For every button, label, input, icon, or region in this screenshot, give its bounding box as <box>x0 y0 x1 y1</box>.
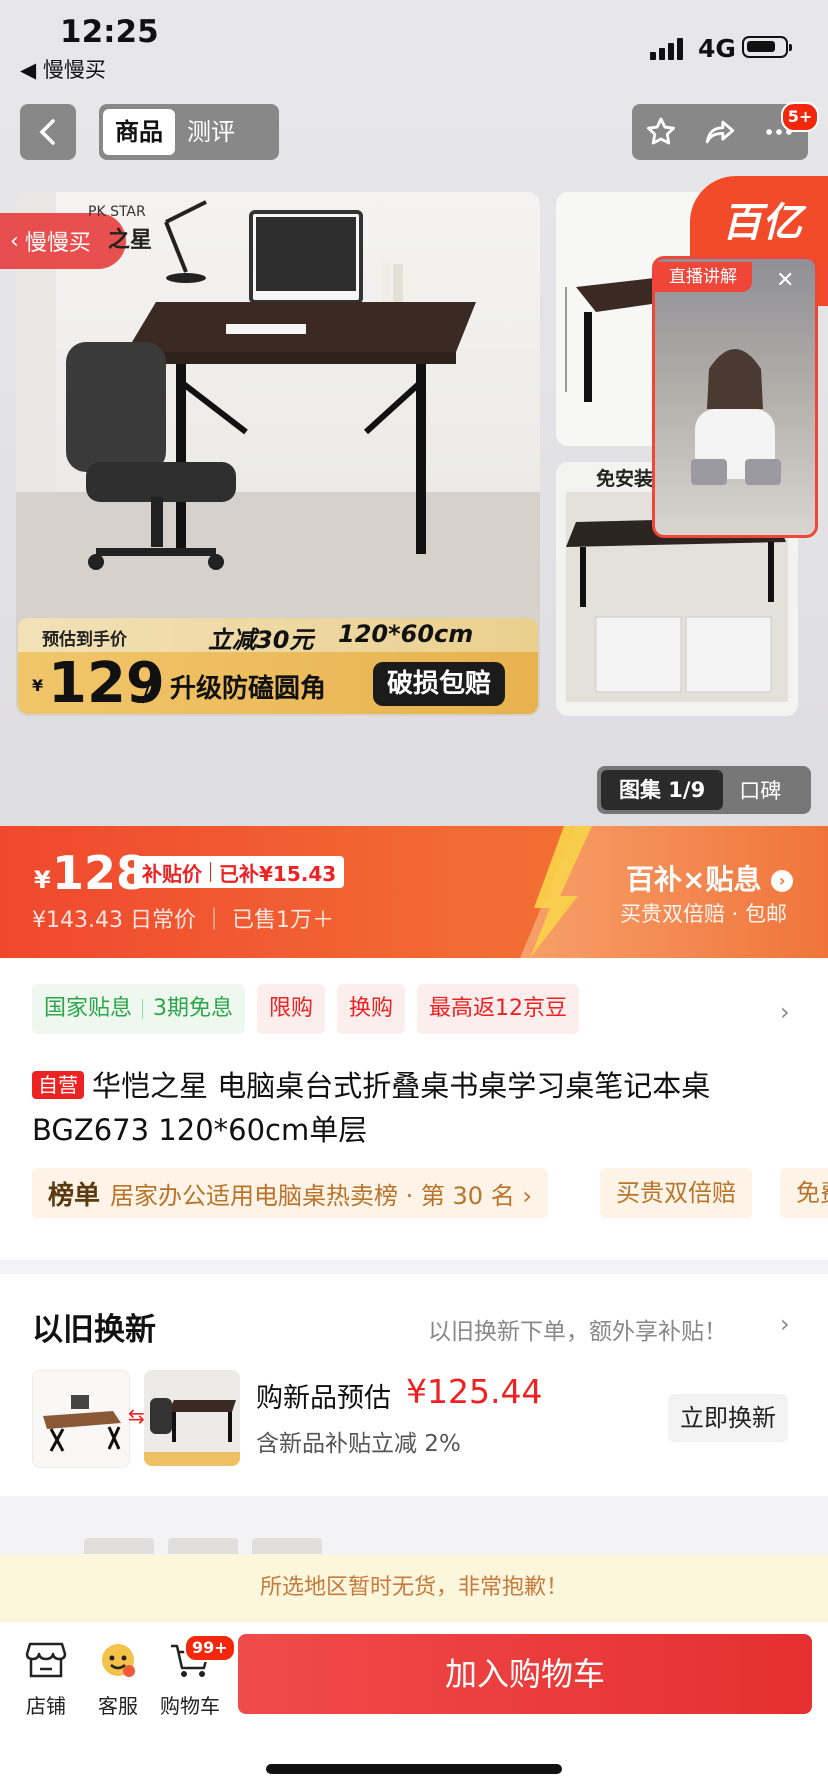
back-to-app-link[interactable]: ◀ 慢慢买 <box>20 54 106 84</box>
presenter-illustration <box>691 349 781 485</box>
exchange-tag: 换购 <box>337 984 406 1034</box>
brand-en-label: PK STAR <box>88 204 146 220</box>
old-desk-illustration <box>43 1395 121 1452</box>
back-button[interactable] <box>20 104 76 160</box>
chevron-left-icon: ‹ <box>10 228 19 254</box>
message-badge: 5+ <box>781 102 819 132</box>
star-icon[interactable] <box>644 115 678 149</box>
subsidy-amount: 已补¥15.43 <box>219 861 337 886</box>
subsidy-banner-label: 百亿 <box>722 200 802 246</box>
trade-in-hint[interactable]: 以旧换新下单，额外享补贴！ <box>428 1312 727 1346</box>
network-label: 4G <box>698 34 736 63</box>
damage-compensation-label: 破损包赔 <box>373 662 506 706</box>
double-compensation-chip[interactable]: 买贵双倍赔 <box>600 1168 752 1218</box>
subsidy-label: 补贴价 <box>142 861 202 886</box>
close-icon[interactable]: ✕ <box>776 268 794 293</box>
product-title-text: 华恺之星 电脑桌台式折叠桌书桌学习桌笔记本桌BGZ673 120*60cm单层 <box>32 1069 711 1147</box>
live-tag: 直播讲解 <box>654 262 752 292</box>
swap-icon: ⇆ <box>128 1404 145 1428</box>
beans-tag: 最高返12京豆 <box>417 984 580 1034</box>
gov-interest-tag: 国家贴息 3期免息 <box>32 984 246 1034</box>
share-icon[interactable] <box>703 115 737 149</box>
battery-icon <box>742 36 792 58</box>
album-tab[interactable]: 图集 1/9 <box>601 770 724 810</box>
tab-review[interactable]: 测评 <box>175 109 247 155</box>
home-indicator[interactable] <box>266 1764 562 1774</box>
new-product-price: ¥125.44 <box>406 1372 543 1411</box>
signal-icon <box>650 38 683 60</box>
top-tabs: 商品 测评 <box>99 104 279 160</box>
rank-text: 居家办公适用电脑桌热卖榜 · 第 30 名 › <box>110 1181 532 1210</box>
new-product-label: 购新品预估 <box>256 1383 391 1414</box>
store-icon[interactable] <box>16 1640 76 1684</box>
slow-buy-label: 慢慢买 <box>24 231 91 256</box>
promo-tags[interactable]: 国家贴息 3期免息 限购 换购 最高返12京豆 <box>32 984 580 1034</box>
self-operated-badge: 自营 <box>32 1071 84 1099</box>
gov-tag-label: 国家贴息 <box>44 996 133 1021</box>
chevron-right-icon[interactable]: › <box>780 1310 790 1338</box>
chevron-left-icon <box>39 119 55 145</box>
old-product-image <box>32 1370 130 1468</box>
image-price-banner: 预估到手价 立减30元 120*60cm ¥ 129 升级防磕圆角 破损包赔 <box>18 618 538 716</box>
limit-tag: 限购 <box>257 984 326 1034</box>
new-desk-illustration <box>144 1370 240 1466</box>
size-label: 120*60cm <box>338 620 474 648</box>
add-to-cart-button[interactable]: 加入购物车 <box>238 1634 812 1714</box>
brand-cn-label: 之星 <box>108 228 153 253</box>
lightning-icon <box>530 826 592 958</box>
chevron-right-icon[interactable]: › <box>780 998 790 1026</box>
chevron-right-icon: › <box>771 870 794 892</box>
price-currency: ¥ <box>34 866 51 894</box>
cart-label[interactable]: 购物车 <box>160 1690 220 1719</box>
status-time: 12:25 <box>60 14 159 50</box>
store-label[interactable]: 店铺 <box>16 1690 76 1719</box>
stock-notice: 所选地区暂时无货，非常抱歉！ <box>0 1554 828 1622</box>
trade-in-title: 以旧换新 <box>32 1312 156 1348</box>
ranking-chip[interactable]: 榜单 居家办公适用电脑桌热卖榜 · 第 30 名 › <box>32 1168 548 1218</box>
free-chip[interactable]: 免费 <box>780 1168 828 1218</box>
reduce-label: 立减30元 <box>208 626 314 654</box>
new-product-image <box>144 1370 240 1466</box>
daily-price-sold: ¥143.43 日常价 ｜ 已售1万＋ <box>32 908 334 933</box>
cart-badge: 99+ <box>184 1634 236 1662</box>
product-title: 自营 华恺之星 电脑桌台式折叠桌书桌学习桌笔记本桌BGZ673 120*60cm单… <box>32 1064 802 1152</box>
promo-title[interactable]: 百补×贴息 › <box>626 858 794 898</box>
estimate-label: 预估到手价 <box>42 630 127 650</box>
free-install-label: 免安装 <box>596 468 654 490</box>
upgrade-label: 升级防磕圆角 <box>170 674 327 704</box>
subsidy-tag: 补贴价 已补¥15.43 <box>134 856 345 888</box>
live-stream-window[interactable] <box>652 256 818 538</box>
customer-service-icon[interactable] <box>88 1640 148 1684</box>
trade-in-button[interactable]: 立即换新 <box>668 1394 788 1442</box>
promo-subtitle: 买贵双倍赔 · 包邮 <box>620 902 788 926</box>
customer-service-label[interactable]: 客服 <box>88 1690 148 1719</box>
album-switch: 图集 1/9 口碑 <box>597 766 811 814</box>
review-tab[interactable]: 口碑 <box>723 775 781 805</box>
tab-product[interactable]: 商品 <box>103 109 175 155</box>
new-product-subsidy: 含新品补贴立减 2% <box>256 1431 461 1457</box>
installment-label: 3期免息 <box>153 996 234 1021</box>
rank-label: 榜单 <box>48 1180 101 1211</box>
promo-title-text: 百补×贴息 <box>626 863 762 896</box>
banner-currency: ¥ <box>32 676 44 695</box>
